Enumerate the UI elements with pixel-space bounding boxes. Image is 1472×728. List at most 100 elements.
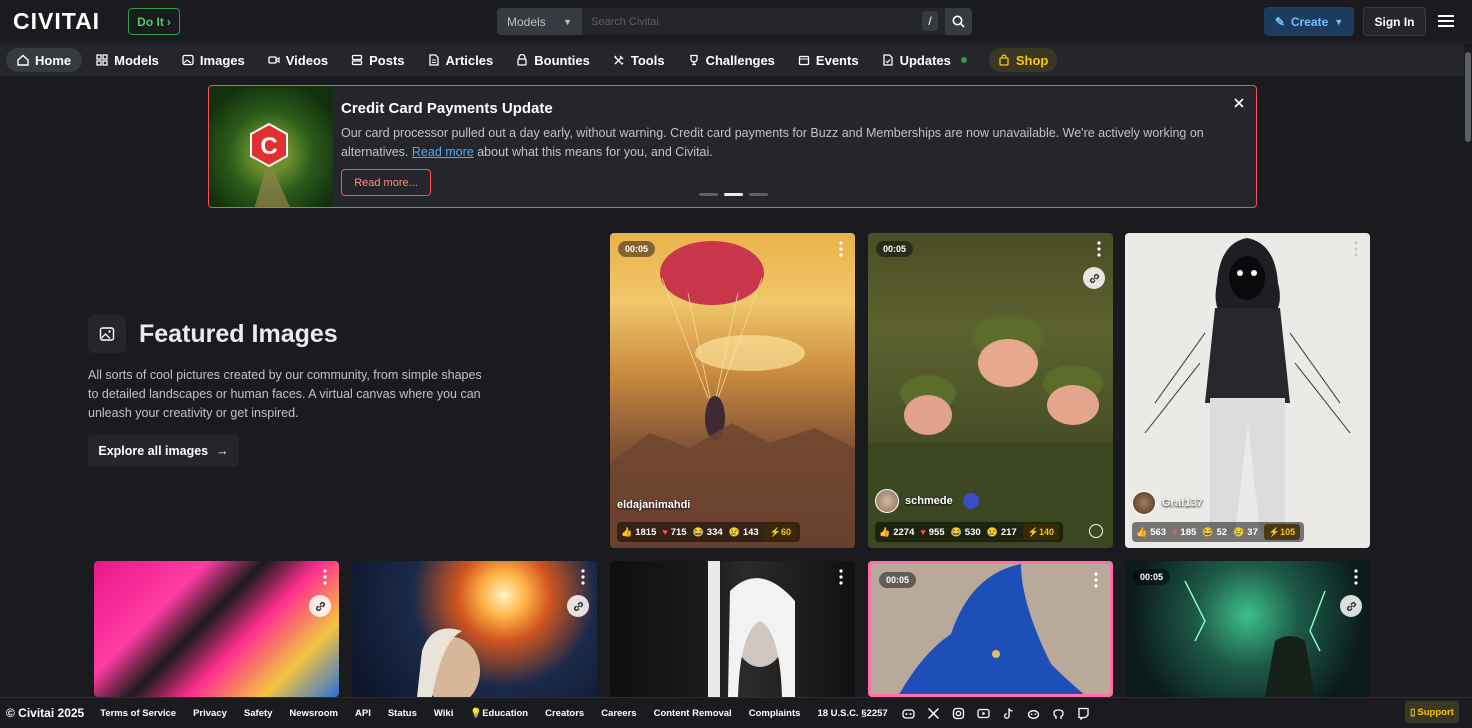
twitch-icon[interactable] <box>1077 707 1090 720</box>
banner-read-more-button[interactable]: Read more... <box>341 169 431 196</box>
image-card[interactable]: 00:05 <box>868 561 1113 697</box>
nav-shop[interactable]: Shop <box>988 48 1058 72</box>
sign-in-button[interactable]: Sign In <box>1363 7 1426 36</box>
reddit-icon[interactable] <box>1027 707 1040 720</box>
footer-link-complaints[interactable]: Complaints <box>749 708 801 719</box>
nav-challenges[interactable]: Challenges <box>679 48 784 72</box>
footer-link-education-label: Education <box>482 707 529 719</box>
footer-link-api[interactable]: API <box>355 708 371 719</box>
more-options-icon[interactable] <box>839 569 843 585</box>
page-scrollbar[interactable] <box>1464 44 1472 698</box>
civitai-logo[interactable]: CIVITAI <box>13 8 121 34</box>
like-reaction[interactable]: 👍 563 <box>1136 527 1166 538</box>
nav-tools[interactable]: Tools <box>604 48 674 72</box>
footer-link-newsroom[interactable]: Newsroom <box>289 708 338 719</box>
laugh-reaction[interactable]: 😂 530 <box>951 527 981 538</box>
image-card[interactable]: Graf137 👍 563 ♥ 185 😂 52 😢 37 ⚡ 105 <box>1125 233 1370 548</box>
cry-reaction[interactable]: 😢 217 <box>987 527 1017 538</box>
heart-count: 715 <box>670 526 687 538</box>
nav-articles[interactable]: Articles <box>419 48 503 72</box>
image-card[interactable]: 00:05 <box>1125 561 1370 697</box>
carousel-dot[interactable] <box>699 193 718 196</box>
carousel-dot[interactable] <box>749 193 768 196</box>
avatar <box>875 489 899 513</box>
footer-link-education[interactable]: 💡Education <box>470 708 528 719</box>
tiktok-icon[interactable] <box>1002 707 1015 720</box>
search-shortcut-key: / <box>922 11 938 31</box>
like-reaction[interactable]: 👍 1815 <box>621 527 656 538</box>
nav-posts[interactable]: Posts <box>342 48 413 72</box>
footer-link-content-removal[interactable]: Content Removal <box>654 708 732 719</box>
more-options-icon[interactable] <box>1354 241 1358 257</box>
image-card[interactable] <box>352 561 597 697</box>
cry-reaction[interactable]: 😢 143 <box>729 527 759 538</box>
cry-reaction[interactable]: 😢 37 <box>1233 527 1258 538</box>
nav-bounties[interactable]: Bounties <box>507 48 599 72</box>
footer-link-status[interactable]: Status <box>388 708 417 719</box>
youtube-icon[interactable] <box>977 707 990 720</box>
heart-reaction[interactable]: ♥ 955 <box>920 527 944 538</box>
more-options-icon[interactable] <box>1354 569 1358 585</box>
create-button[interactable]: ✎ Create ▼ <box>1264 7 1354 36</box>
more-options-icon[interactable] <box>1097 241 1101 257</box>
card-author[interactable]: Graf137 <box>1132 491 1203 515</box>
buzz-tip-button[interactable]: ⚡ 105 <box>1263 524 1301 540</box>
image-icon <box>182 54 194 66</box>
nav-updates-label: Updates <box>899 52 951 68</box>
nav-updates[interactable]: Updates <box>873 48 976 72</box>
scrollbar-thumb[interactable] <box>1465 52 1471 142</box>
card-author[interactable]: schmede <box>875 489 979 513</box>
menu-icon[interactable] <box>1438 13 1454 29</box>
instagram-icon[interactable] <box>952 707 965 720</box>
link-icon[interactable] <box>1340 595 1362 617</box>
x-twitter-icon[interactable] <box>927 707 940 720</box>
buzz-tip-button[interactable]: ⚡ 60 <box>764 524 796 540</box>
card-author[interactable]: eldajanimahdi <box>617 499 690 511</box>
more-options-icon[interactable] <box>839 241 843 257</box>
more-options-icon[interactable] <box>323 569 327 585</box>
support-button[interactable]: ▯ Support <box>1405 701 1459 723</box>
heart-reaction[interactable]: ♥ 185 <box>1172 527 1196 538</box>
footer-link-terms[interactable]: Terms of Service <box>100 708 176 719</box>
heart-reaction[interactable]: ♥ 715 <box>662 527 686 538</box>
search-category-select[interactable]: Models ▼ <box>497 8 582 35</box>
search-input[interactable]: Search Civitai / <box>582 8 945 35</box>
footer-link-creators[interactable]: Creators <box>545 708 584 719</box>
more-options-icon[interactable] <box>581 569 585 585</box>
image-card[interactable]: 00:05 schmede 👍 2274 ♥ 955 😂 530 😢 217 ⚡ 140 <box>868 233 1113 548</box>
buzz-tip-button[interactable]: ⚡ 140 <box>1022 524 1059 540</box>
more-options-icon[interactable] <box>1094 572 1098 588</box>
thumbs-up-icon: 👍 <box>879 526 891 537</box>
link-icon[interactable] <box>1083 267 1105 289</box>
chevron-right-icon: › <box>166 14 171 29</box>
like-reaction[interactable]: 👍 2274 <box>879 527 914 538</box>
nav-events[interactable]: Events <box>789 48 868 72</box>
image-card[interactable] <box>610 561 855 697</box>
heart-count: 955 <box>928 526 945 538</box>
do-it-button[interactable]: Do It › <box>128 8 180 35</box>
footer-link-privacy[interactable]: Privacy <box>193 708 227 719</box>
close-icon[interactable] <box>1232 96 1246 110</box>
explore-all-images-button[interactable]: Explore all images → <box>88 435 239 467</box>
image-card[interactable]: 00:05 eldajanimahdi 👍 1815 ♥ 715 😂 334 😢 143… <box>610 233 855 548</box>
lightning-icon: ⚡ <box>1268 526 1281 537</box>
carousel-dot-active[interactable] <box>724 193 743 196</box>
search-button[interactable] <box>945 8 972 35</box>
laugh-reaction[interactable]: 😂 52 <box>1202 527 1227 538</box>
image-card[interactable] <box>94 561 339 697</box>
nav-videos[interactable]: Videos <box>259 48 337 72</box>
link-icon[interactable] <box>309 595 331 617</box>
info-icon[interactable] <box>1089 524 1103 538</box>
github-icon[interactable] <box>1052 707 1065 720</box>
nav-home[interactable]: Home <box>6 48 83 72</box>
nav-models[interactable]: Models <box>87 48 168 72</box>
footer-link-careers[interactable]: Careers <box>601 708 636 719</box>
footer-link-2257[interactable]: 18 U.S.C. §2257 <box>817 708 887 719</box>
footer-link-wiki[interactable]: Wiki <box>434 708 453 719</box>
banner-read-more-link[interactable]: Read more <box>412 145 474 159</box>
footer-link-safety[interactable]: Safety <box>244 708 273 719</box>
laugh-reaction[interactable]: 😂 334 <box>693 527 723 538</box>
nav-images[interactable]: Images <box>173 48 254 72</box>
link-icon[interactable] <box>567 595 589 617</box>
discord-icon[interactable] <box>902 707 915 720</box>
